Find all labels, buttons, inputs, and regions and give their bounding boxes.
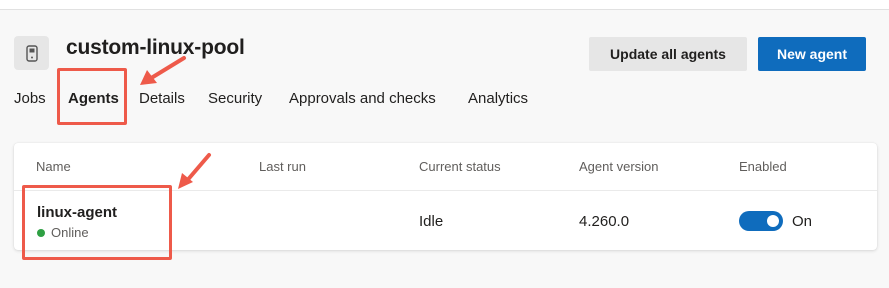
- agent-current-status: Idle: [419, 213, 444, 230]
- agent-name-link[interactable]: linux-agent: [37, 204, 117, 221]
- tab-security[interactable]: Security: [208, 90, 262, 107]
- agent-enabled-toggle[interactable]: [739, 211, 783, 231]
- tab-details[interactable]: Details: [139, 90, 185, 107]
- agent-enabled-label: On: [792, 213, 813, 230]
- agent-pool-icon: [14, 36, 49, 70]
- column-header-current-status[interactable]: Current status: [419, 159, 501, 174]
- page-title: custom-linux-pool: [66, 36, 245, 59]
- header-divider: [14, 190, 877, 191]
- column-header-last-run[interactable]: Last run: [259, 159, 306, 174]
- agent-connection-status: Online: [37, 225, 89, 240]
- tab-jobs[interactable]: Jobs: [14, 90, 46, 107]
- agent-connection-label: Online: [51, 225, 89, 240]
- update-all-agents-button[interactable]: Update all agents: [589, 37, 747, 71]
- column-header-agent-version[interactable]: Agent version: [579, 159, 659, 174]
- new-agent-button[interactable]: New agent: [758, 37, 866, 71]
- online-status-dot-icon: [37, 228, 45, 237]
- active-tab-indicator: [68, 122, 120, 124]
- toggle-knob: [767, 215, 779, 227]
- tab-approvals-and-checks[interactable]: Approvals and checks: [289, 90, 436, 107]
- tab-analytics[interactable]: Analytics: [468, 90, 528, 107]
- agent-version: 4.260.0: [579, 213, 630, 230]
- top-bar: [0, 0, 889, 10]
- column-header-name[interactable]: Name: [36, 159, 71, 174]
- agents-table: Name Last run Current status Agent versi…: [14, 143, 877, 250]
- column-header-enabled[interactable]: Enabled: [739, 159, 787, 174]
- tab-agents[interactable]: Agents: [68, 90, 119, 107]
